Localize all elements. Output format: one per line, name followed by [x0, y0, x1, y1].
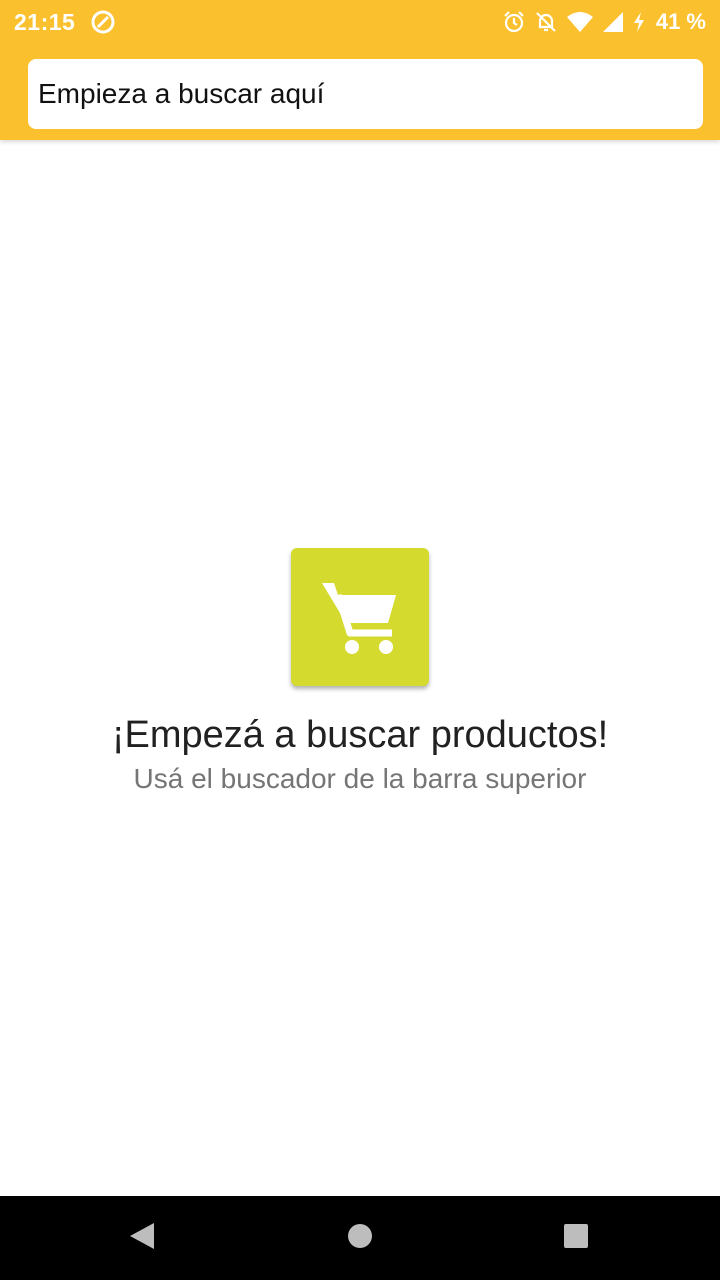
data-saver-icon: [90, 9, 116, 35]
back-button[interactable]: [126, 1222, 158, 1254]
navigation-bar: [0, 1196, 720, 1280]
search-box[interactable]: [28, 59, 703, 129]
back-icon: [128, 1221, 156, 1256]
wifi-icon: [566, 10, 594, 34]
signal-icon: [602, 11, 624, 33]
home-icon: [346, 1222, 374, 1255]
status-icons: 41 %: [502, 9, 706, 35]
notifications-off-icon: [534, 10, 558, 34]
shopping-cart-icon: [316, 571, 404, 664]
home-button[interactable]: [344, 1222, 376, 1254]
status-time: 21:15: [14, 9, 76, 35]
empty-state-title: ¡Empezá a buscar productos!: [111, 714, 609, 756]
search-input[interactable]: [36, 77, 703, 111]
recents-button[interactable]: [560, 1222, 592, 1254]
charging-icon: [632, 11, 646, 33]
recents-icon: [562, 1222, 590, 1255]
app-bar: 21:15 41 % Empieza a buscar aquí: [0, 0, 720, 140]
empty-state-subtitle: Usá el buscador de la barra superior: [133, 763, 587, 794]
status-bar: 21:15 41 %: [0, 0, 720, 44]
cart-tile: [291, 548, 429, 686]
battery-percentage: 41 %: [655, 9, 706, 34]
empty-state: ¡Empezá a buscar productos! Usá el busca…: [0, 548, 720, 796]
alarm-icon: [502, 10, 526, 34]
